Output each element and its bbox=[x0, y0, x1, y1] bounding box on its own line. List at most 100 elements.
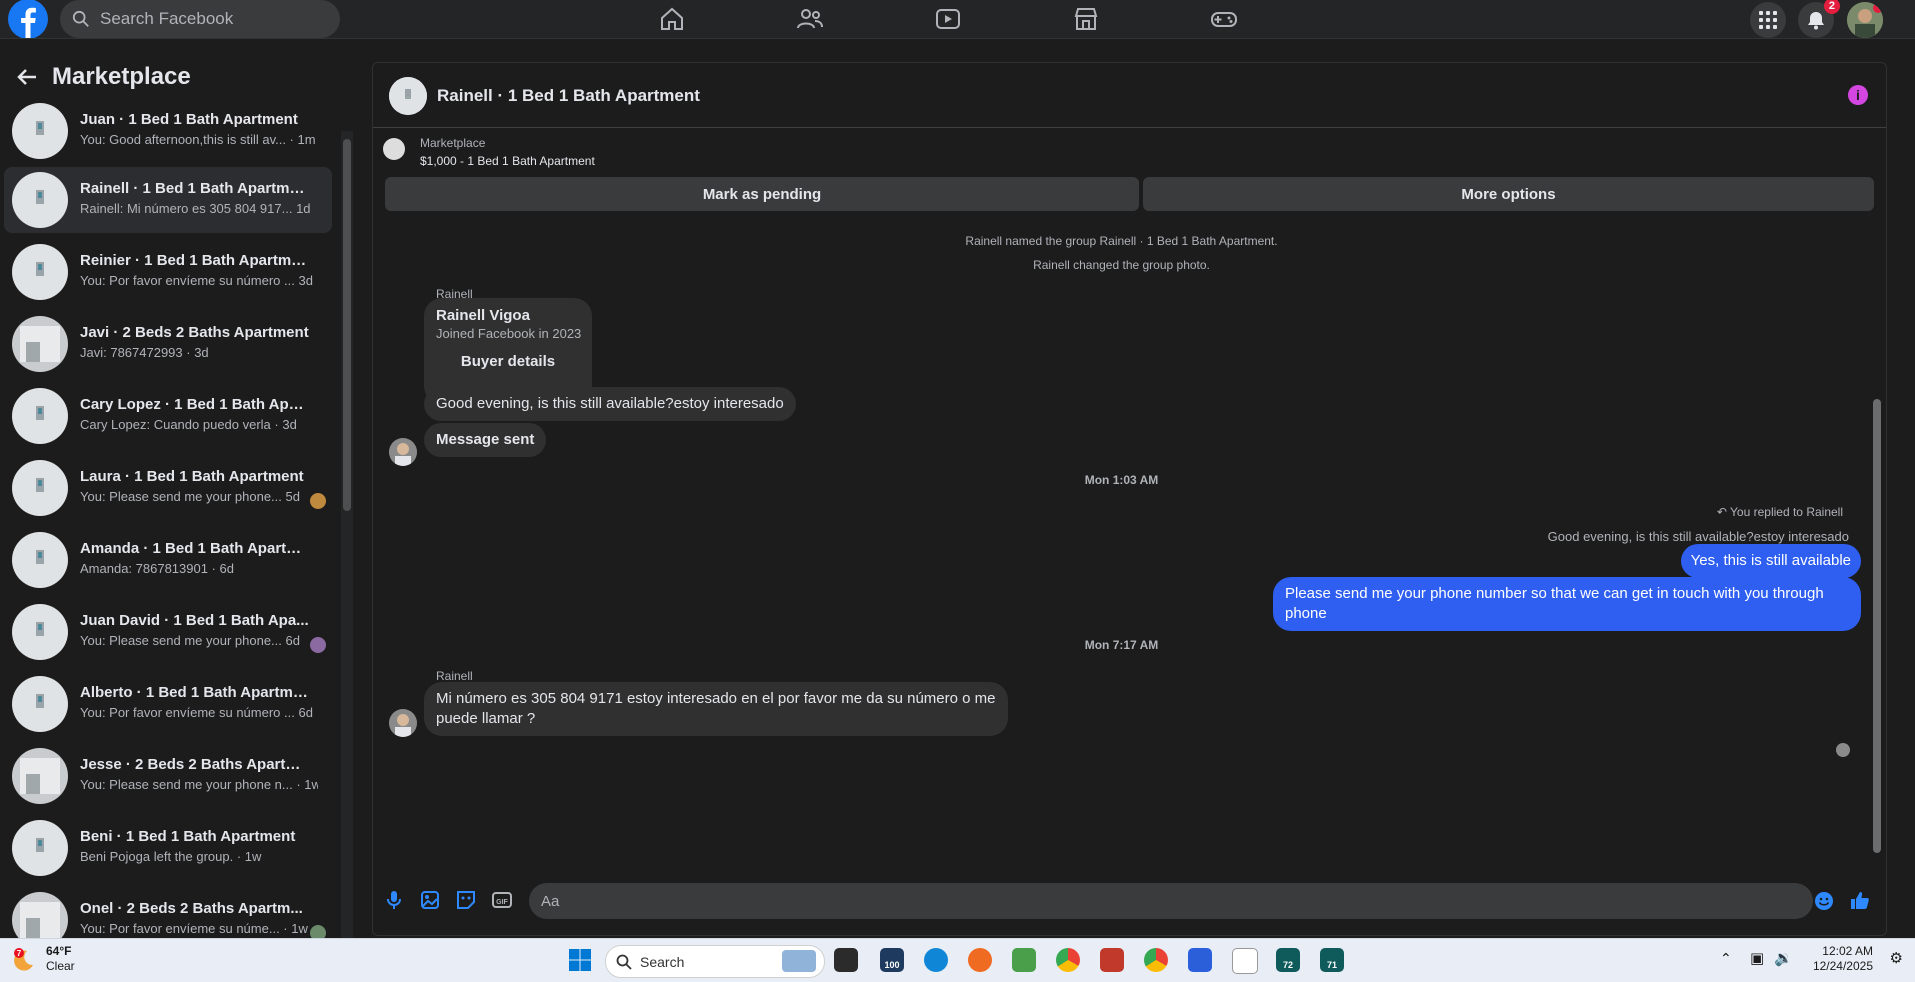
edge-icon[interactable] bbox=[924, 948, 948, 972]
conversation-name: Alberto · 1 Bed 1 Bath Apartment bbox=[80, 684, 310, 701]
timestamp: Mon 7:17 AM bbox=[1084, 638, 1159, 652]
emoji-icon[interactable] bbox=[1814, 891, 1834, 911]
search-input[interactable]: Search Facebook bbox=[60, 0, 340, 38]
message-list: Rainell named the group Rainell · 1 Bed … bbox=[373, 223, 1886, 863]
conversation-item-active[interactable]: Rainell · 1 Bed 1 Bath Apartment Rainell… bbox=[4, 167, 332, 233]
firefox-icon[interactable] bbox=[968, 948, 992, 972]
sender-avatar[interactable] bbox=[389, 438, 417, 466]
chrome-profile-icon[interactable] bbox=[1144, 948, 1168, 972]
more-options-button[interactable]: More options bbox=[1143, 177, 1874, 211]
task-view-icon[interactable] bbox=[834, 948, 858, 972]
network-icon[interactable]: ▣ bbox=[1750, 949, 1764, 967]
conversation-item[interactable]: Onel · 2 Beds 2 Baths Apartm... You: Por… bbox=[4, 887, 332, 938]
back-arrow-icon[interactable] bbox=[16, 66, 38, 88]
participant-mini-avatar bbox=[310, 637, 326, 653]
system-clock[interactable]: 12:02 AM 12/24/2025 bbox=[1813, 944, 1873, 974]
conversation-name: Javi · 2 Beds 2 Baths Apartment bbox=[80, 324, 309, 341]
listing-thumbnail bbox=[12, 892, 68, 938]
friends-icon[interactable] bbox=[796, 6, 824, 32]
conversation-item[interactable]: Jesse · 2 Beds 2 Baths Apartment You: Pl… bbox=[4, 743, 332, 809]
outgoing-message[interactable]: Please send me your phone number so that… bbox=[1273, 577, 1861, 631]
listing-strip[interactable]: Marketplace $1,000 - 1 Bed 1 Bath Apartm… bbox=[373, 128, 1886, 184]
listing-thumbnail bbox=[12, 316, 68, 372]
sidebar-scrollbar-thumb[interactable] bbox=[343, 139, 351, 511]
system-message: Rainell named the group Rainell · 1 Bed … bbox=[965, 234, 1278, 248]
incoming-message[interactable]: Message sent bbox=[424, 423, 547, 457]
clock-date: 12/24/2025 bbox=[1812, 959, 1873, 973]
conversation-name: Rainell · 1 Bed 1 Bath Apartment bbox=[80, 180, 310, 197]
gif-icon[interactable]: GIF bbox=[491, 889, 513, 911]
home-icon[interactable] bbox=[658, 6, 686, 32]
incoming-message[interactable]: Good evening, is this still available?es… bbox=[424, 387, 796, 421]
conversation-item[interactable]: Javi · 2 Beds 2 Baths Apartment Javi: 78… bbox=[4, 311, 332, 377]
conversation-item[interactable]: Juan David · 1 Bed 1 Bath Apa... You: Pl… bbox=[4, 599, 332, 665]
conversation-name: Reinier · 1 Bed 1 Bath Apartment bbox=[80, 252, 310, 269]
incoming-message[interactable]: Mi número es 305 804 9171 estoy interesa… bbox=[424, 682, 1008, 736]
reply-arrow-icon: ↶ bbox=[1716, 505, 1727, 519]
message-input-placeholder: Aa bbox=[541, 892, 560, 910]
file-icon[interactable] bbox=[1232, 948, 1258, 974]
sender-name: Rainell bbox=[436, 669, 473, 683]
participant-mini-avatar bbox=[310, 493, 326, 509]
conversation-item[interactable]: Alberto · 1 Bed 1 Bath Apartment You: Po… bbox=[4, 671, 332, 737]
tray-chevron-icon[interactable]: ⌃ bbox=[1720, 950, 1732, 967]
weather-widget[interactable]: 64°F Clear bbox=[46, 944, 75, 974]
group-avatar[interactable] bbox=[389, 77, 427, 115]
notepad-icon[interactable] bbox=[1012, 948, 1036, 972]
windows-start-icon[interactable] bbox=[568, 948, 592, 972]
conversation-preview: Cary Lopez: Cuando puedo verla · 3d bbox=[80, 417, 297, 432]
listing-thumbnail bbox=[12, 532, 68, 588]
volume-icon[interactable]: 🔉 bbox=[1774, 949, 1793, 967]
search-icon bbox=[72, 10, 89, 27]
app-icon-71[interactable]: 71 bbox=[1320, 948, 1344, 972]
video-icon[interactable] bbox=[934, 6, 962, 32]
listing-thumbnail bbox=[12, 103, 68, 159]
chrome-icon[interactable] bbox=[1056, 948, 1080, 972]
chat-header: Rainell · 1 Bed 1 Bath Apartment i bbox=[373, 63, 1886, 128]
conversation-preview: Javi: 7867472993 · 3d bbox=[80, 345, 209, 360]
profile-avatar[interactable] bbox=[1847, 2, 1883, 38]
conversation-item[interactable]: Juan · 1 Bed 1 Bath Apartment You: Good … bbox=[4, 98, 332, 164]
chat-scrollbar-thumb[interactable] bbox=[1873, 399, 1881, 853]
photo-icon[interactable] bbox=[419, 889, 441, 911]
app-icon-100[interactable]: 100 bbox=[880, 948, 904, 972]
svg-text:GIF: GIF bbox=[496, 899, 508, 906]
buyer-details-button[interactable]: Buyer details bbox=[424, 352, 592, 372]
conversation-item[interactable]: Beni · 1 Bed 1 Bath Apartment Beni Pojog… bbox=[4, 815, 332, 881]
menu-grid-button[interactable] bbox=[1750, 2, 1786, 38]
listing-thumbnail bbox=[12, 604, 68, 660]
app-icon-72[interactable]: 72 bbox=[1276, 948, 1300, 972]
chat-title[interactable]: Rainell · 1 Bed 1 Bath Apartment bbox=[437, 86, 700, 106]
info-icon[interactable]: i bbox=[1848, 85, 1868, 105]
marketplace-icon[interactable] bbox=[1072, 6, 1100, 32]
facebook-logo-icon[interactable] bbox=[7, 0, 49, 38]
sidebar-header: Marketplace bbox=[0, 57, 191, 97]
outgoing-message[interactable]: Yes, this is still available bbox=[1680, 544, 1861, 578]
listing-mini-thumbnail bbox=[383, 138, 405, 160]
notifications-button[interactable]: 2 bbox=[1798, 0, 1840, 38]
chat-scrollbar[interactable] bbox=[1871, 223, 1883, 863]
quoted-message[interactable]: Good evening, is this still available?es… bbox=[1548, 529, 1849, 544]
shield-icon[interactable] bbox=[1188, 948, 1212, 972]
thumbs-up-icon[interactable] bbox=[1849, 889, 1871, 911]
sender-avatar[interactable] bbox=[389, 709, 417, 737]
conversation-item[interactable]: Cary Lopez · 1 Bed 1 Bath Apart... Cary … bbox=[4, 383, 332, 449]
notification-badge: 2 bbox=[1823, 0, 1840, 14]
settings-gear-icon[interactable]: ⚙ bbox=[1890, 949, 1903, 967]
sticker-icon[interactable] bbox=[455, 889, 477, 911]
taskbar-search[interactable]: Search bbox=[605, 945, 825, 978]
bell-icon bbox=[1808, 12, 1824, 30]
mark-as-pending-button[interactable]: Mark as pending bbox=[385, 177, 1139, 211]
weather-moon-icon[interactable]: 7 bbox=[10, 947, 36, 973]
gaming-icon[interactable] bbox=[1210, 6, 1238, 32]
microphone-icon[interactable] bbox=[383, 889, 405, 911]
reply-indicator: ↶ You replied to Rainell bbox=[1717, 505, 1843, 519]
conversation-item[interactable]: Laura · 1 Bed 1 Bath Apartment You: Plea… bbox=[4, 455, 332, 521]
listing-thumbnail bbox=[12, 460, 68, 516]
conversation-item[interactable]: Amanda · 1 Bed 1 Bath Apartment Amanda: … bbox=[4, 527, 332, 593]
conversation-item[interactable]: Reinier · 1 Bed 1 Bath Apartment You: Po… bbox=[4, 239, 332, 305]
weather-badge: 7 bbox=[17, 949, 22, 958]
listing-thumbnail bbox=[12, 388, 68, 444]
message-input[interactable]: Aa bbox=[529, 883, 1813, 919]
snipping-tool-icon[interactable] bbox=[1100, 948, 1124, 972]
